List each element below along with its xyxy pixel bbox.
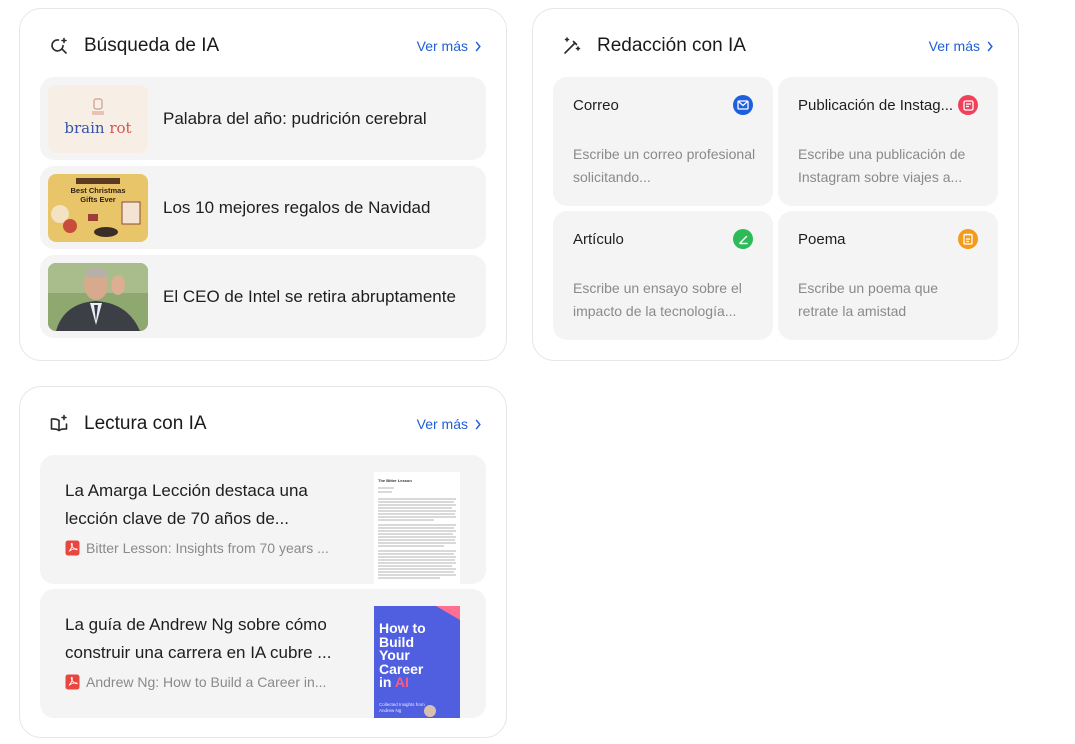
ai-writing-title: Redacción con IA <box>597 35 746 56</box>
thumb-line-1: Best Christmas <box>70 185 126 195</box>
tile-poem[interactable]: Poema Escribe un poema que retrate la am… <box>778 211 998 340</box>
ver-mas-label: Ver más <box>416 38 468 54</box>
tile-title: Poema <box>798 231 846 248</box>
ai-writing-more-link[interactable]: Ver más <box>929 38 994 54</box>
chevron-right-icon <box>475 40 481 52</box>
tile-desc: Escribe un correo profesional solicitand… <box>573 146 756 185</box>
chevron-right-icon <box>987 40 993 52</box>
tile-desc: Escribe una publicación de Instagram sob… <box>798 146 966 185</box>
mail-icon <box>733 95 753 115</box>
read-item-andrew-ng[interactable]: La guía de Andrew Ng sobre cómo construi… <box>40 589 486 718</box>
ai-reading-more-link[interactable]: Ver más <box>417 416 482 432</box>
pdf-icon <box>65 674 80 690</box>
ai-writing-header: Redacción con IA Ver más <box>561 33 994 59</box>
tile-article[interactable]: Artículo Escribe un ensayo sobre el impa… <box>553 211 773 340</box>
search-sparkle-icon <box>48 35 70 57</box>
tile-title: Publicación de Instag... <box>798 97 954 114</box>
bitter-lesson-doc-thumbnail: The Bitter Lesson <box>374 472 460 584</box>
read-item-bitter-lesson[interactable]: La Amarga Lección destaca una lección cl… <box>40 455 486 584</box>
tile-email[interactable]: Correo Escribe un correo profesional sol… <box>553 77 773 206</box>
ai-reading-header: Lectura con IA Ver más <box>48 411 482 437</box>
ai-search-header: Búsqueda de IA Ver más <box>48 33 482 59</box>
book-sparkle-icon <box>48 413 70 435</box>
search-item-intel-ceo[interactable]: El CEO de Intel se retira abruptamente <box>40 255 486 338</box>
ver-mas-label: Ver más <box>928 38 980 54</box>
read-item-title: La guía de Andrew Ng sobre cómo construi… <box>65 615 332 662</box>
brain-rot-thumbnail: brain rot <box>48 84 148 153</box>
ai-search-title: Búsqueda de IA <box>84 35 220 56</box>
search-item-text: El CEO de Intel se retira abruptamente <box>163 286 456 306</box>
ai-reading-title: Lectura con IA <box>84 413 207 434</box>
search-item-text: Los 10 mejores regalos de Navidad <box>163 197 431 217</box>
tile-desc: Escribe un poema que retrate la amistad <box>798 280 939 319</box>
read-item-source: Andrew Ng: How to Build a Career in... <box>65 674 326 690</box>
brain-word: brain <box>64 118 105 137</box>
ai-search-card: Búsqueda de IA Ver más brain rot Palabra… <box>19 8 507 361</box>
tile-title: Correo <box>573 97 619 114</box>
note-icon <box>958 229 978 249</box>
search-item-christmas-gifts[interactable]: Best Christmas Gifts Ever Los 10 mejores… <box>40 166 486 249</box>
chevron-right-icon <box>475 418 481 430</box>
ver-mas-label: Ver más <box>416 416 468 432</box>
pencil-icon <box>733 229 753 249</box>
image-post-icon <box>958 95 978 115</box>
pdf-icon <box>65 540 80 556</box>
rot-word: rot <box>109 118 132 137</box>
tile-title: Artículo <box>573 231 624 248</box>
christmas-gifts-thumbnail: Best Christmas Gifts Ever <box>48 173 148 242</box>
ai-writing-card: Redacción con IA Ver más Correo Escribe … <box>532 8 1019 361</box>
magic-wand-icon <box>561 35 583 57</box>
tile-desc: Escribe un ensayo sobre el impacto de la… <box>573 280 742 319</box>
thumb-line-2: Gifts Ever <box>80 194 116 204</box>
ai-reading-card: Lectura con IA Ver más La Amarga Lección… <box>19 386 507 738</box>
search-item-text: Palabra del año: pudrición cerebral <box>163 108 427 128</box>
search-item-brain-rot[interactable]: brain rot Palabra del año: pudrición cer… <box>40 77 486 160</box>
intel-ceo-photo <box>48 262 148 331</box>
source-label: Andrew Ng: How to Build a Career in... <box>86 674 327 690</box>
ai-search-more-link[interactable]: Ver más <box>417 38 482 54</box>
read-item-source: Bitter Lesson: Insights from 70 years ..… <box>65 540 329 556</box>
source-label: Bitter Lesson: Insights from 70 years ..… <box>86 540 329 556</box>
tile-instagram-post[interactable]: Publicación de Instag... Escribe una pub… <box>778 77 998 206</box>
read-item-title: La Amarga Lección destaca una lección cl… <box>65 481 308 528</box>
career-in-ai-cover: How to Build Your Career in AI Collected… <box>374 606 460 718</box>
